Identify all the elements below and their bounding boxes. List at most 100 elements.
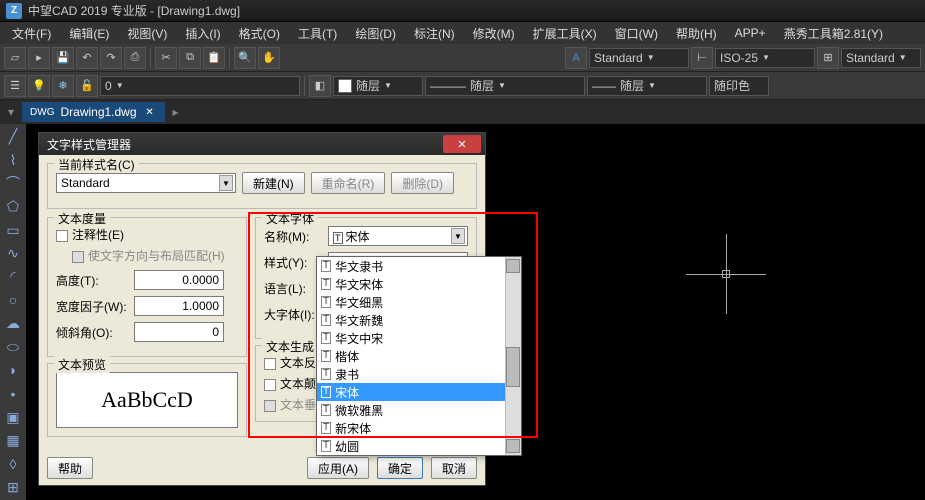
pan-icon[interactable]: ✋ (258, 47, 280, 69)
annotative-checkbox[interactable] (56, 230, 68, 242)
undo-icon[interactable]: ↶ (76, 47, 98, 69)
menu-yanxiu[interactable]: 燕秀工具箱2.81(Y) (776, 23, 891, 44)
arc-icon[interactable]: ⌒ (2, 173, 24, 194)
table-style-combo[interactable]: Standard▼ (841, 48, 921, 68)
menu-view[interactable]: 视图(V) (119, 23, 175, 44)
font-option[interactable]: T华文新魏 (317, 311, 521, 329)
font-option[interactable]: T华文细黑 (317, 293, 521, 311)
font-option[interactable]: T幼圆 (317, 437, 521, 455)
scroll-thumb[interactable] (506, 347, 520, 387)
ellipse-icon[interactable]: ⬭ (2, 336, 24, 357)
layer-icon[interactable]: ☰ (4, 75, 26, 97)
upside-checkbox[interactable] (264, 379, 276, 391)
hatch-icon[interactable]: ▦ (2, 430, 24, 451)
open-icon[interactable]: ▸ (28, 47, 50, 69)
block-icon[interactable]: ▣ (2, 407, 24, 428)
menu-insert[interactable]: 插入(I) (177, 23, 228, 44)
add-tab-icon[interactable]: ▸ (173, 105, 179, 119)
font-option[interactable]: T华文中宋 (317, 329, 521, 347)
table-icon[interactable]: ⊞ (2, 477, 24, 498)
dialog-close-button[interactable]: ✕ (443, 135, 481, 153)
linetype-combo[interactable]: ———随层▼ (425, 76, 585, 96)
help-button[interactable]: 帮助 (47, 457, 93, 479)
cut-icon[interactable]: ✂ (155, 47, 177, 69)
font-option[interactable]: T华文宋体 (317, 275, 521, 293)
current-style-combo[interactable]: Standard▼ (56, 173, 236, 193)
cloud-icon[interactable]: ☁ (2, 313, 24, 334)
rename-button[interactable]: 重命名(R) (311, 172, 386, 194)
circle-icon[interactable]: ○ (2, 290, 24, 311)
font-option[interactable]: T楷体 (317, 347, 521, 365)
table-style-icon[interactable]: ⊞ (817, 47, 839, 69)
document-tab[interactable]: DWG Drawing1.dwg ✕ (22, 102, 165, 122)
menu-app[interactable]: APP+ (727, 24, 774, 42)
print-icon[interactable]: ⎙ (124, 47, 146, 69)
text-style-combo[interactable]: Standard▼ (589, 48, 689, 68)
line-icon[interactable]: ╱ (2, 126, 24, 147)
polygon-icon[interactable]: ⬠ (2, 196, 24, 217)
polyline-icon[interactable]: ⌇ (2, 149, 24, 170)
ok-button[interactable]: 确定 (377, 457, 423, 479)
close-tab-icon[interactable]: ✕ (143, 105, 157, 119)
font-dropdown-list[interactable]: T华文隶书T华文宋体T华文细黑T华文新魏T华文中宋T楷体T隶书T宋体T微软雅黑T… (316, 256, 522, 456)
dropdown-scrollbar[interactable] (505, 257, 521, 455)
font-option[interactable]: T华文隶书 (317, 257, 521, 275)
redo-icon[interactable]: ↷ (100, 47, 122, 69)
toolbar-layers: ☰ 💡 ❄ 🔓 0▼ ◧ 随层▼ ———随层▼ ——随层▼ 随印色 (0, 72, 925, 100)
region-icon[interactable]: ◊ (2, 453, 24, 474)
menu-dim[interactable]: 标注(N) (406, 23, 463, 44)
layer-combo[interactable]: 0▼ (100, 76, 300, 96)
apply-button[interactable]: 应用(A) (307, 457, 369, 479)
scroll-up-icon[interactable] (506, 259, 520, 273)
font-option[interactable]: T微软雅黑 (317, 401, 521, 419)
lineweight-combo[interactable]: ——随层▼ (587, 76, 707, 96)
scroll-down-icon[interactable] (506, 439, 520, 453)
ellipse-arc-icon[interactable]: ◗ (2, 360, 24, 381)
zoom-icon[interactable]: 🔍 (234, 47, 256, 69)
font-option[interactable]: T隶书 (317, 365, 521, 383)
menu-edit[interactable]: 编辑(E) (61, 23, 117, 44)
freeze-icon[interactable]: ❄ (52, 75, 74, 97)
paste-icon[interactable]: 📋 (203, 47, 225, 69)
width-input[interactable] (134, 296, 224, 316)
separator (304, 76, 305, 96)
color-combo[interactable]: 随层▼ (333, 76, 423, 96)
lock-icon[interactable]: 🔓 (76, 75, 98, 97)
point-icon[interactable]: • (2, 383, 24, 404)
font-name-combo[interactable]: T宋体▼ (328, 226, 468, 246)
color-icon[interactable]: ◧ (309, 75, 331, 97)
arc2-icon[interactable]: ◜ (2, 266, 24, 287)
backwards-checkbox[interactable] (264, 358, 276, 370)
menu-window[interactable]: 窗口(W) (607, 23, 666, 44)
dialog-titlebar[interactable]: 文字样式管理器 ✕ (39, 133, 485, 155)
rectangle-icon[interactable]: ▭ (2, 220, 24, 241)
spline-icon[interactable]: ∿ (2, 243, 24, 264)
tab-chevron-icon[interactable]: ▾ (8, 105, 14, 119)
save-icon[interactable]: 💾 (52, 47, 74, 69)
app-icon: Z (6, 3, 22, 19)
text-style-icon[interactable]: A (565, 47, 587, 69)
menu-draw[interactable]: 绘图(D) (347, 23, 404, 44)
cancel-button[interactable]: 取消 (431, 457, 477, 479)
new-icon[interactable]: ▱ (4, 47, 26, 69)
oblique-input[interactable] (134, 322, 224, 342)
preview-group-label: 文本预览 (54, 356, 110, 373)
menu-ext[interactable]: 扩展工具(X) (525, 23, 605, 44)
menu-modify[interactable]: 修改(M) (465, 23, 523, 44)
dim-style-icon[interactable]: ⊢ (691, 47, 713, 69)
menu-tools[interactable]: 工具(T) (290, 23, 345, 44)
plot-style-combo[interactable]: 随印色 (709, 76, 769, 96)
menu-help[interactable]: 帮助(H) (668, 23, 725, 44)
delete-button[interactable]: 删除(D) (391, 172, 454, 194)
new-button[interactable]: 新建(N) (242, 172, 305, 194)
height-input[interactable] (134, 270, 224, 290)
font-lang-label: 语言(L): (264, 280, 322, 297)
copy-icon[interactable]: ⧉ (179, 47, 201, 69)
menu-format[interactable]: 格式(O) (231, 23, 288, 44)
bulb-icon[interactable]: 💡 (28, 75, 50, 97)
font-style-label: 样式(Y): (264, 254, 322, 271)
font-option[interactable]: T新宋体 (317, 419, 521, 437)
font-option[interactable]: T宋体 (317, 383, 521, 401)
dim-style-combo[interactable]: ISO-25▼ (715, 48, 815, 68)
menu-file[interactable]: 文件(F) (4, 23, 59, 44)
